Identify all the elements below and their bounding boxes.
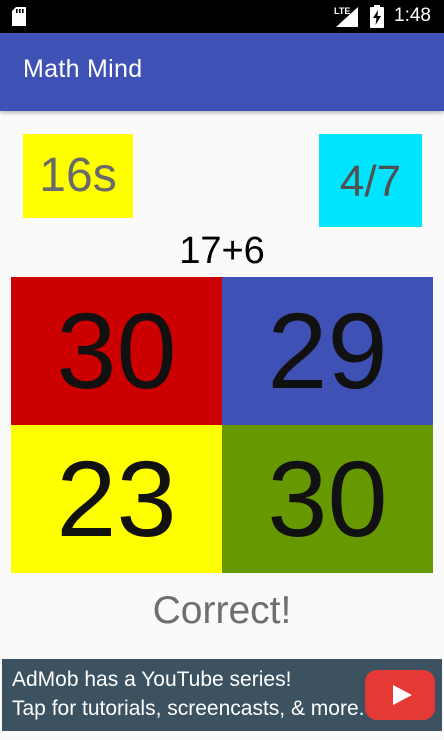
ad-subline: Tap for tutorials, screencasts, & more. bbox=[12, 697, 365, 720]
answer-button-2[interactable]: 29 bbox=[222, 277, 433, 425]
answer-button-3[interactable]: 23 bbox=[11, 425, 222, 573]
ad-banner[interactable]: AdMob has a YouTube series! Tap for tuto… bbox=[2, 659, 442, 731]
network-type-label: LTE bbox=[334, 6, 351, 16]
battery-charging-icon bbox=[370, 5, 384, 32]
answer-button-4[interactable]: 30 bbox=[222, 425, 433, 573]
status-time: 1:48 bbox=[394, 5, 431, 26]
timer-display: 16s bbox=[23, 134, 133, 218]
app-bar: Math Mind bbox=[0, 33, 444, 111]
sd-card-icon bbox=[12, 7, 26, 30]
status-bar: LTE 1:48 bbox=[0, 0, 444, 33]
app-title: Math Mind bbox=[23, 55, 143, 83]
answer-button-1[interactable]: 30 bbox=[11, 277, 222, 425]
math-problem: 17+6 bbox=[179, 230, 265, 272]
ad-headline: AdMob has a YouTube series! bbox=[12, 668, 292, 691]
result-message: Correct! bbox=[152, 589, 292, 632]
answer-grid: 30 29 23 30 bbox=[11, 277, 433, 573]
youtube-play-icon[interactable] bbox=[365, 670, 435, 724]
score-display: 4/7 bbox=[319, 134, 422, 227]
